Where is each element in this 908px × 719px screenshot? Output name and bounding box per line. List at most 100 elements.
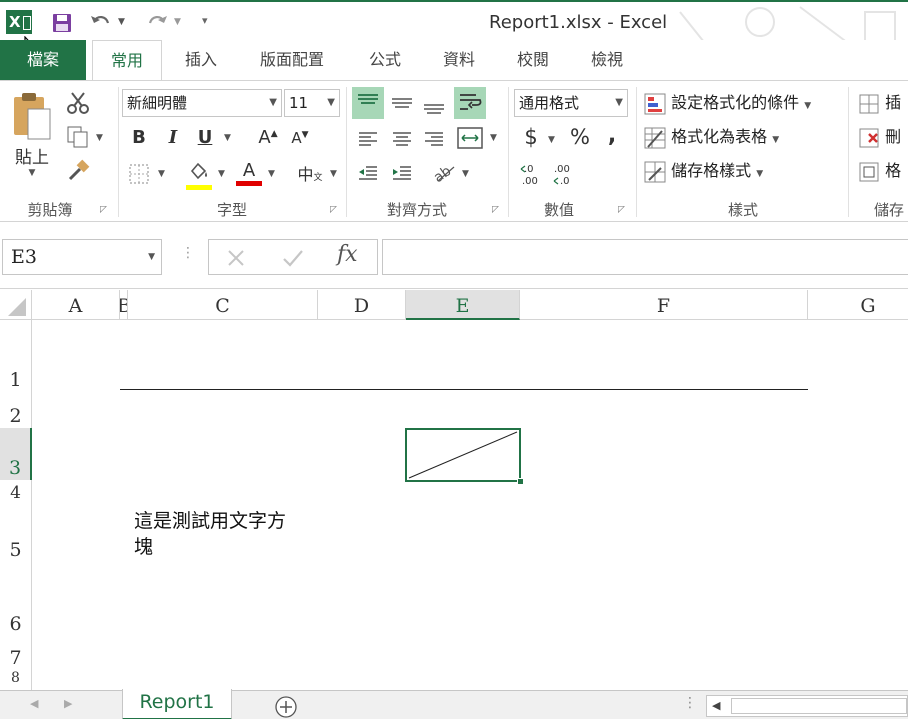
- redo-dropdown-icon[interactable]: ▼: [174, 17, 181, 27]
- row-header-2[interactable]: 2: [0, 392, 32, 428]
- conditional-formatting-button[interactable]: 設定格式化的條件 ▼: [644, 89, 811, 117]
- merge-dropdown-icon[interactable]: ▼: [490, 133, 497, 143]
- column-header-d[interactable]: D: [318, 290, 406, 320]
- align-left-icon[interactable]: [356, 127, 380, 151]
- row-header-6[interactable]: 6: [0, 562, 32, 636]
- align-center-icon[interactable]: [390, 127, 414, 151]
- align-top-icon[interactable]: [352, 87, 384, 119]
- worksheet-grid[interactable]: A B C D E F G 1 2 3 4 5 6 7 8 這是測試用文字方 塊: [0, 290, 908, 690]
- cut-icon[interactable]: [66, 91, 90, 115]
- row-header-1[interactable]: 1: [0, 320, 32, 392]
- decrease-indent-icon[interactable]: [356, 161, 380, 185]
- italic-button[interactable]: I: [162, 127, 184, 148]
- merge-center-icon[interactable]: [456, 125, 484, 151]
- column-header-c[interactable]: C: [128, 290, 318, 320]
- cancel-icon[interactable]: [225, 247, 247, 269]
- tab-review[interactable]: 校閱: [500, 40, 566, 82]
- scroll-left-icon[interactable]: ◀: [712, 699, 720, 712]
- increase-indent-icon[interactable]: [390, 161, 414, 185]
- orientation-dropdown-icon[interactable]: ▼: [462, 169, 469, 179]
- underline-button[interactable]: U: [194, 127, 216, 148]
- shrink-font-button[interactable]: A▼: [288, 129, 312, 147]
- decrease-decimal-icon[interactable]: .00 .0: [552, 161, 578, 187]
- tab-insert[interactable]: 插入: [168, 40, 234, 82]
- horizontal-scrollbar[interactable]: ◀: [706, 695, 908, 717]
- row-header-3[interactable]: 3: [0, 428, 32, 480]
- undo-icon[interactable]: [90, 13, 112, 31]
- sheet-tab-report1[interactable]: Report1: [122, 689, 232, 719]
- align-right-icon[interactable]: [422, 127, 446, 151]
- delete-cells-button[interactable]: 刪: [858, 123, 901, 151]
- phonetic-dropdown-icon[interactable]: ▼: [330, 169, 337, 179]
- text-box-shape[interactable]: 這是測試用文字方 塊: [134, 508, 314, 560]
- paste-dropdown-icon[interactable]: ▼: [8, 168, 56, 178]
- tab-home[interactable]: 常用: [92, 40, 162, 82]
- orientation-icon[interactable]: ab: [432, 161, 458, 185]
- scrollbar-thumb[interactable]: [731, 698, 907, 714]
- font-name-dropdown[interactable]: 新細明體 ▼: [122, 89, 282, 117]
- phonetic-button[interactable]: 中文: [296, 161, 324, 185]
- scroll-sheets-left-icon[interactable]: ◀: [30, 697, 38, 710]
- number-format-dropdown[interactable]: 通用格式 ▼: [514, 89, 628, 117]
- wrap-text-icon[interactable]: [454, 87, 486, 119]
- column-header-f[interactable]: F: [520, 290, 808, 320]
- name-box[interactable]: E3 ▼: [2, 239, 162, 275]
- format-painter-icon[interactable]: [66, 159, 90, 183]
- copy-icon[interactable]: [66, 125, 90, 149]
- fill-color-dropdown-icon[interactable]: ▼: [218, 169, 225, 179]
- format-cells-button[interactable]: 格: [858, 157, 901, 185]
- undo-dropdown-icon[interactable]: ▼: [118, 17, 125, 27]
- align-middle-icon[interactable]: [388, 87, 416, 119]
- customize-qat-icon[interactable]: ▾: [202, 14, 208, 27]
- number-launcher-icon[interactable]: ◸: [618, 205, 625, 215]
- align-bottom-icon[interactable]: [420, 87, 448, 119]
- formula-input[interactable]: [382, 239, 908, 275]
- currency-button[interactable]: $: [520, 125, 542, 149]
- column-header-b[interactable]: B: [120, 290, 128, 320]
- copy-dropdown-icon[interactable]: ▼: [96, 133, 103, 143]
- select-all-corner[interactable]: [0, 290, 32, 320]
- borders-icon[interactable]: [128, 163, 150, 185]
- enter-icon[interactable]: [281, 247, 305, 269]
- currency-dropdown-icon[interactable]: ▼: [548, 135, 555, 145]
- format-as-table-button[interactable]: 格式化為表格 ▼: [644, 123, 779, 151]
- row-header-7[interactable]: 7: [0, 636, 32, 670]
- paste-button[interactable]: 貼上 ▼: [8, 91, 56, 187]
- tab-view[interactable]: 檢視: [574, 40, 640, 82]
- borders-dropdown-icon[interactable]: ▼: [158, 169, 165, 179]
- tab-file[interactable]: 檔案: [0, 40, 86, 82]
- redo-icon[interactable]: [146, 13, 168, 31]
- column-header-a[interactable]: A: [32, 290, 120, 320]
- insert-cells-button[interactable]: 插: [858, 89, 901, 117]
- tab-formulas[interactable]: 公式: [352, 40, 418, 82]
- line-shape[interactable]: [120, 389, 808, 390]
- underline-dropdown-icon[interactable]: ▼: [224, 133, 231, 143]
- plus-icon[interactable]: [274, 695, 298, 719]
- tab-page-layout[interactable]: 版面配置: [244, 40, 340, 82]
- clipboard-launcher-icon[interactable]: ◸: [100, 205, 107, 215]
- alignment-launcher-icon[interactable]: ◸: [492, 205, 499, 215]
- grow-font-button[interactable]: A▲: [256, 127, 280, 148]
- font-color-dropdown-icon[interactable]: ▼: [268, 169, 275, 179]
- bold-button[interactable]: B: [128, 127, 150, 148]
- percent-button[interactable]: %: [568, 125, 592, 149]
- cell-styles-button[interactable]: 儲存格樣式 ▼: [644, 157, 763, 185]
- column-header-g[interactable]: G: [808, 290, 908, 320]
- save-icon[interactable]: [52, 13, 72, 33]
- font-launcher-icon[interactable]: ◸: [330, 205, 337, 215]
- tab-data[interactable]: 資料: [426, 40, 492, 82]
- fill-handle[interactable]: [517, 478, 524, 485]
- comma-button[interactable]: ,: [604, 123, 620, 148]
- insert-function-button[interactable]: fx: [337, 242, 358, 267]
- fill-color-button[interactable]: [186, 161, 212, 190]
- selected-cell-e3[interactable]: [405, 428, 524, 485]
- row-header-4[interactable]: 4: [0, 480, 32, 504]
- font-size-dropdown[interactable]: 11 ▼: [284, 89, 340, 117]
- column-header-e[interactable]: E: [406, 290, 520, 320]
- font-color-button[interactable]: A: [236, 161, 262, 187]
- row-header-5[interactable]: 5: [0, 504, 32, 562]
- excel-app-icon[interactable]: X: [6, 10, 32, 34]
- scroll-sheets-right-icon[interactable]: ▶: [64, 697, 72, 710]
- increase-decimal-icon[interactable]: .0 .00: [520, 161, 546, 187]
- row-header-8[interactable]: 8: [0, 670, 32, 690]
